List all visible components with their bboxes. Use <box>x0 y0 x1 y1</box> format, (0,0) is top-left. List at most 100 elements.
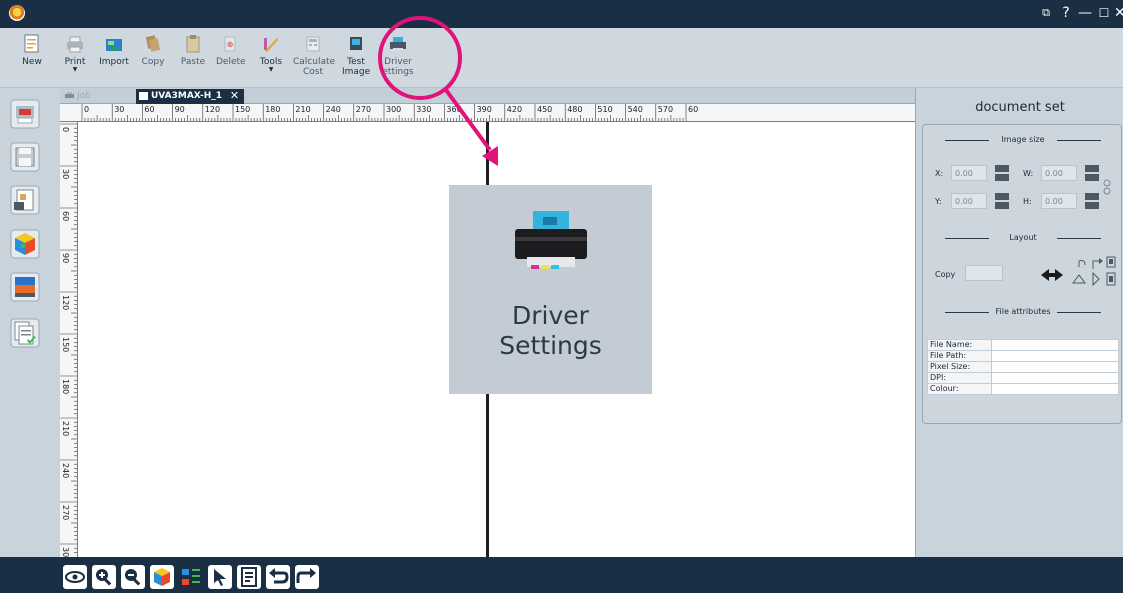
rotate-left-icon[interactable] <box>1078 260 1086 268</box>
align-top-icon[interactable] <box>1106 256 1116 268</box>
ruler-tick-label: 240 <box>326 105 341 114</box>
redo-icon[interactable] <box>295 565 319 589</box>
h-stepper[interactable] <box>1085 193 1099 209</box>
app-window: ⧉ ? — ☐ ✕ New Print ▼ Import Copy Paste … <box>0 0 1123 593</box>
attr-value <box>991 350 1119 362</box>
save-icon[interactable] <box>9 141 41 173</box>
attr-value <box>991 339 1119 351</box>
document-set-box: Image size X: W: Y: H: Layout Copy <box>922 124 1122 424</box>
new-document-icon <box>24 34 39 53</box>
test-image-button[interactable]: Test Image <box>342 34 370 77</box>
ruler-tick-label: 30 <box>114 105 124 114</box>
print-dropdown-icon[interactable]: ▼ <box>62 67 88 73</box>
layout-switch-icon[interactable]: ⧉ <box>1038 4 1054 22</box>
maximize-icon[interactable]: ☐ <box>1096 4 1112 22</box>
ruler-tick-label: 150 <box>235 105 250 114</box>
rotate-right-icon[interactable] <box>1092 258 1103 269</box>
undo-icon[interactable] <box>266 565 290 589</box>
document-icon[interactable] <box>237 565 261 589</box>
image-size-header: Image size <box>933 135 1113 144</box>
horizontal-ruler: 0 30 60 90 120 150 180 210 240 270 300 330 360 390 420… <box>60 104 915 122</box>
test-image-label: Test Image <box>342 57 371 77</box>
zoom-in-icon[interactable] <box>92 565 116 589</box>
panel-title: document set <box>975 100 1065 115</box>
ruler-tick-label: 210 <box>295 105 310 114</box>
table-row: Pixel Size: <box>927 361 1119 373</box>
tools-dropdown-icon[interactable]: ▼ <box>258 67 284 73</box>
tools-button[interactable]: Tools ▼ <box>258 34 284 73</box>
driver-settings-icon <box>515 211 587 269</box>
pointer-icon[interactable] <box>208 565 232 589</box>
w-input[interactable] <box>1041 165 1077 181</box>
align-center-icon[interactable] <box>1106 272 1116 286</box>
layout-icon[interactable] <box>9 184 41 216</box>
document-list-icon[interactable] <box>9 317 41 349</box>
copy-label: Copy <box>141 57 165 67</box>
calculate-cost-button[interactable]: Calculate Cost <box>293 34 336 77</box>
tab-job-manager[interactable]: Job manager <box>62 89 132 115</box>
bottom-toolbar <box>0 557 1123 593</box>
ruler-tick-label: 120 <box>61 295 70 310</box>
attr-key: Colour: <box>927 383 992 395</box>
ruler-tick-label: 420 <box>507 105 522 114</box>
table-row: File Path: <box>927 350 1119 362</box>
close-window-icon[interactable]: ✕ <box>1114 4 1123 22</box>
attr-key: File Path: <box>927 350 992 362</box>
y-input[interactable] <box>951 193 987 209</box>
lock-ratio-icon[interactable] <box>1103 179 1111 195</box>
delete-icon: ⊗ <box>224 36 236 52</box>
x-input[interactable] <box>951 165 987 181</box>
ruler-tick-label: 540 <box>628 105 643 114</box>
ruler-tick-label: 270 <box>61 505 70 520</box>
align-icon[interactable] <box>179 565 203 589</box>
svg-text:⊗: ⊗ <box>227 40 234 49</box>
ruler-tick-label: 240 <box>61 463 70 478</box>
help-icon[interactable]: ? <box>1058 4 1074 22</box>
ruler-tick-label: 180 <box>265 105 280 114</box>
printer-icon <box>65 92 74 98</box>
ruler-tick-label: 270 <box>356 105 371 114</box>
paste-button[interactable]: Paste <box>179 34 207 67</box>
copy-count-input[interactable] <box>965 265 1003 281</box>
flip-horizontal-icon[interactable] <box>1041 269 1063 281</box>
calculate-cost-icon <box>306 36 320 52</box>
attr-value <box>991 383 1119 395</box>
x-stepper[interactable] <box>995 165 1009 181</box>
color-cube-icon[interactable] <box>150 565 174 589</box>
document-tab-bar: Job manager UVA3MAX-H_1 ✕ <box>60 88 915 115</box>
zoom-inset-label: Driver Settings <box>499 301 602 360</box>
tab-uva3max-h-1[interactable]: UVA3MAX-H_1 ✕ <box>136 89 245 104</box>
left-sidebar <box>0 88 60 557</box>
new-button[interactable]: New <box>22 34 42 67</box>
w-stepper[interactable] <box>1085 165 1099 181</box>
x-label: X: <box>935 169 944 178</box>
ruler-tick-label: 120 <box>205 105 220 114</box>
flip-vertical-icon[interactable] <box>1072 274 1086 284</box>
h-input[interactable] <box>1041 193 1077 209</box>
copy-button[interactable]: Copy <box>141 34 165 67</box>
delete-button[interactable]: ⊗ Delete <box>216 34 246 67</box>
test-image-icon <box>350 37 362 50</box>
close-tab-icon[interactable]: ✕ <box>230 89 239 103</box>
print-button[interactable]: Print ▼ <box>62 34 88 73</box>
color-cube-icon[interactable] <box>9 228 41 260</box>
eye-icon[interactable] <box>63 565 87 589</box>
h-label: H: <box>1023 197 1032 206</box>
title-bar: ⧉ ? — ☐ ✕ <box>0 0 1123 28</box>
color-profile-icon[interactable] <box>9 271 41 303</box>
table-row: Colour: <box>927 383 1119 395</box>
minimize-icon[interactable]: — <box>1077 4 1093 22</box>
delete-label: Delete <box>216 57 246 67</box>
mirror-icon[interactable] <box>1092 271 1100 287</box>
attr-key: File Name: <box>927 339 992 351</box>
y-stepper[interactable] <box>995 193 1009 209</box>
calculate-cost-label: Calculate Cost <box>293 57 336 77</box>
print-job-icon[interactable] <box>9 98 41 130</box>
zoom-out-icon[interactable] <box>121 565 145 589</box>
ruler-tick-label: 510 <box>597 105 612 114</box>
file-attributes-header: File attributes <box>933 307 1113 316</box>
ruler-tick-label: 60 <box>61 211 70 221</box>
ruler-tick-label: 330 <box>416 105 431 114</box>
file-attributes-table: File Name: File Path: Pixel Size: DPI: C… <box>927 339 1119 395</box>
import-button[interactable]: Import <box>99 34 129 67</box>
